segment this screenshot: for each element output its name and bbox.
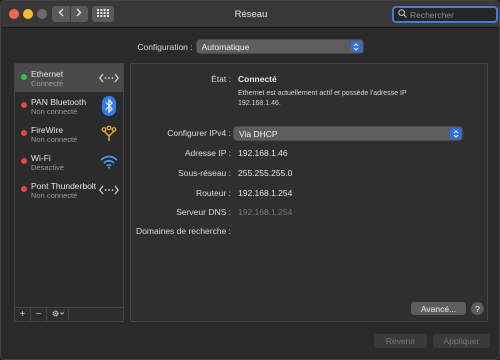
router-value: 192.168.1.254 xyxy=(238,188,293,198)
state-label: État : xyxy=(211,74,231,84)
service-status: Désactivé xyxy=(31,163,64,172)
revert-button[interactable]: Revenir xyxy=(374,334,427,348)
router-label: Routeur : xyxy=(196,188,231,198)
location-value: Automatique xyxy=(201,41,250,52)
ip-address-value: 192.168.1.46 xyxy=(238,148,288,158)
ethernet-icon xyxy=(99,68,119,88)
configure-ipv4-value: Via DHCP xyxy=(239,128,278,139)
dns-server-value: 192.168.1.254 xyxy=(238,207,293,217)
remove-service-button[interactable]: − xyxy=(31,308,47,321)
wifi-icon xyxy=(99,152,119,172)
status-dot xyxy=(21,158,27,164)
dns-server-label: Serveur DNS : xyxy=(176,207,231,217)
status-dot xyxy=(21,102,27,108)
status-dot xyxy=(21,74,27,80)
add-service-button[interactable]: + xyxy=(15,308,31,321)
service-item-wifi[interactable]: Wi-Fi Désactivé xyxy=(15,148,123,176)
service-item-firewire[interactable]: FireWire Non connecté xyxy=(15,120,123,148)
state-description: Ethernet est actuellement actif et possè… xyxy=(238,90,407,107)
service-item-ethernet[interactable]: Ethernet Connecté xyxy=(15,64,123,92)
status-dot xyxy=(21,186,27,192)
search-input[interactable] xyxy=(410,9,492,20)
advanced-button[interactable]: Avancé... xyxy=(411,302,466,315)
state-value: Connecté xyxy=(238,74,277,84)
apply-button[interactable]: Appliquer xyxy=(433,334,490,348)
subnet-mask-label: Sous-réseau : xyxy=(178,168,231,178)
thunderbolt-bridge-icon xyxy=(99,180,119,200)
service-name: Wi-Fi xyxy=(31,153,51,163)
service-status: Non connecté xyxy=(31,107,78,116)
service-name: Ethernet xyxy=(31,69,64,79)
firewire-icon xyxy=(99,124,119,144)
service-name: Pont Thunderbolt xyxy=(31,181,97,191)
service-item-thunderbolt-bridge[interactable]: Pont Thunderbolt Non connecté xyxy=(15,176,123,204)
gear-icon xyxy=(51,309,65,321)
service-name: PAN Bluetooth xyxy=(31,97,87,107)
service-list: Ethernet Connecté PAN Bluetooth Non conn… xyxy=(14,63,124,322)
location-label: Configuration : xyxy=(137,41,193,52)
network-preferences-window: Réseau Configuration : Automatique Ether… xyxy=(0,0,500,360)
configure-ipv4-label: Configurer IPv4 : xyxy=(167,128,231,138)
search-domains-label: Domaines de recherche : xyxy=(136,226,231,236)
search-icon xyxy=(398,9,407,20)
subnet-mask-value: 255.255.255.0 xyxy=(238,168,293,178)
ip-address-label: Adresse IP : xyxy=(184,148,231,158)
status-dot xyxy=(21,130,27,136)
service-detail-panel: État : Connecté Ethernet est actuellemen… xyxy=(130,63,488,322)
service-actions-menu[interactable] xyxy=(47,308,69,321)
help-button[interactable]: ? xyxy=(471,302,484,315)
service-status: Non connecté xyxy=(31,191,78,200)
service-item-pan-bluetooth[interactable]: PAN Bluetooth Non connecté xyxy=(15,92,123,120)
service-list-actions: + − xyxy=(14,307,124,322)
bluetooth-icon xyxy=(99,96,119,116)
chevron-up-down-icon xyxy=(450,128,461,139)
search-field[interactable] xyxy=(392,6,498,23)
configure-ipv4-popup[interactable]: Via DHCP xyxy=(234,127,462,140)
location-row: Configuration : Automatique xyxy=(1,40,499,53)
service-name: FireWire xyxy=(31,125,64,135)
chevron-up-down-icon xyxy=(350,41,362,52)
title-bar: Réseau xyxy=(1,1,499,28)
location-popup[interactable]: Automatique xyxy=(196,40,363,53)
service-status: Connecté xyxy=(31,79,64,88)
service-status: Non connecté xyxy=(31,135,78,144)
